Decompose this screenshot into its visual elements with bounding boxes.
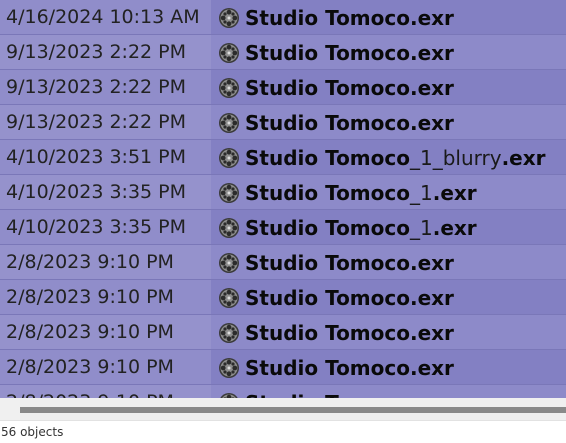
file-name-suffix: _1 bbox=[409, 180, 433, 205]
file-row[interactable]: 4/10/2023 3:35 PM Studio Tomoco _1 .exr bbox=[0, 175, 566, 210]
file-extension: .exr bbox=[409, 75, 454, 100]
file-name-cell[interactable]: Studio Tomoco.exr bbox=[218, 70, 566, 105]
date-modified-cell: 4/16/2024 10:13 AM bbox=[0, 0, 211, 35]
file-row[interactable]: 4/10/2023 3:35 PM Studio Tomoco _1 .exr bbox=[0, 210, 566, 245]
date-modified-cell: 4/10/2023 3:51 PM bbox=[0, 140, 211, 175]
film-reel-icon bbox=[218, 287, 240, 309]
file-extension: .exr bbox=[410, 391, 454, 399]
file-name-cell[interactable]: Studio Tomoco.exr bbox=[218, 315, 566, 350]
file-extension: .exr bbox=[409, 5, 454, 30]
file-extension: .exr bbox=[409, 250, 454, 275]
file-row[interactable]: 2/8/2023 9:10 PM Studio Tomoco.exr bbox=[0, 245, 566, 280]
file-name-suffix: _1_blurry bbox=[409, 145, 502, 170]
file-name-cell[interactable]: Studio Tomoco _1 .exr bbox=[218, 210, 566, 245]
file-name-cell[interactable]: Studio Tomoco _1 .exr bbox=[218, 175, 566, 210]
object-count: 56 objects bbox=[1, 425, 64, 439]
date-modified-cell: 2/8/2023 9:10 PM bbox=[0, 350, 211, 385]
file-name-base: Studio Tomoco bbox=[245, 250, 410, 275]
status-bar: 56 objects bbox=[0, 420, 566, 443]
date-modified-cell: 2/8/2023 9:10 PM bbox=[0, 280, 211, 315]
date-modified-cell: 9/13/2023 2:22 PM bbox=[0, 35, 211, 70]
date-modified-cell: 2/8/2023 9:10 PM bbox=[0, 315, 211, 350]
file-name-cell[interactable]: Studio Tomoco.exr bbox=[218, 280, 566, 315]
file-name-base: Studio Tomoco bbox=[245, 110, 410, 135]
file-extension: .exr bbox=[409, 110, 454, 135]
file-name-cell[interactable]: Studio Tomoco.exr bbox=[218, 385, 566, 398]
film-reel-icon bbox=[218, 147, 240, 169]
file-row[interactable]: 2/8/2023 9:10 PM Studio Tomoco.exr bbox=[0, 350, 566, 385]
file-row[interactable]: 9/13/2023 2:22 PM Studio Tomoco .exr bbox=[0, 35, 566, 70]
file-list[interactable]: 4/16/2024 10:13 AM Studio Tomoco .exr 9/13… bbox=[0, 0, 566, 398]
date-modified-cell: 9/13/2023 2:22 PM bbox=[0, 70, 211, 105]
file-name-base: Studio Tomoco bbox=[245, 180, 410, 205]
film-reel-icon bbox=[218, 7, 240, 29]
file-name-cell[interactable]: Studio Tomoco _1_blurry .exr bbox=[218, 140, 566, 175]
file-name-base: Studio Tomoco bbox=[245, 40, 410, 65]
file-name-cell[interactable]: Studio Tomoco.exr bbox=[218, 245, 566, 280]
film-reel-icon bbox=[218, 252, 240, 274]
file-row[interactable]: 9/13/2023 2:22 PM Studio Tomoco .exr bbox=[0, 70, 566, 105]
date-modified-cell: 4/10/2023 3:35 PM bbox=[0, 210, 211, 245]
film-reel-icon bbox=[218, 112, 240, 134]
file-name-base: Studio Tomoco bbox=[245, 355, 410, 380]
file-name-cell[interactable]: Studio Tomoco.exr bbox=[218, 0, 566, 35]
file-name-base: Studio Tomoco bbox=[245, 285, 410, 310]
file-row[interactable]: 2/8/2023 9:10 PM Studio Tomoco.exr bbox=[0, 280, 566, 315]
film-reel-icon bbox=[218, 322, 240, 344]
file-extension: .exr bbox=[432, 180, 477, 205]
file-extension: .exr bbox=[501, 145, 546, 170]
file-row[interactable]: 4/16/2024 10:13 AM Studio Tomoco .exr bbox=[0, 0, 566, 35]
date-modified-cell: 9/13/2023 2:22 PM bbox=[0, 105, 211, 140]
film-reel-icon bbox=[218, 42, 240, 64]
film-reel-icon bbox=[218, 77, 240, 99]
file-row[interactable]: 2/8/2023 9:10 PM Studio Tomoco.exr bbox=[0, 385, 566, 398]
date-modified-cell: 2/8/2023 9:10 PM bbox=[0, 385, 211, 398]
file-name-cell[interactable]: Studio Tomoco.exr bbox=[218, 105, 566, 140]
file-name-base: Studio Tomoco bbox=[245, 391, 410, 399]
horizontal-scrollbar-thumb[interactable] bbox=[20, 407, 566, 413]
file-extension: .exr bbox=[409, 355, 454, 380]
file-extension: .exr bbox=[409, 320, 454, 345]
file-row[interactable]: 9/13/2023 2:22 PM Studio Tomoco .exr bbox=[0, 105, 566, 140]
file-row[interactable]: 4/10/2023 3:51 PM Studio Tomoco _1_blurry… bbox=[0, 140, 566, 175]
file-name-base: Studio Tomoco bbox=[245, 5, 410, 30]
file-extension: .exr bbox=[409, 285, 454, 310]
file-name-base: Studio Tomoco bbox=[245, 320, 410, 345]
date-modified-cell: 2/8/2023 9:10 PM bbox=[0, 245, 211, 280]
film-reel-icon bbox=[218, 217, 240, 239]
file-extension: .exr bbox=[409, 40, 454, 65]
file-row[interactable]: 2/8/2023 9:10 PM Studio Tomoco.exr bbox=[0, 315, 566, 350]
file-name-base: Studio Tomoco bbox=[245, 145, 410, 170]
file-extension: .exr bbox=[432, 215, 477, 240]
file-name-base: Studio Tomoco bbox=[245, 215, 410, 240]
film-reel-icon bbox=[218, 182, 240, 204]
file-name-cell[interactable]: Studio Tomoco.exr bbox=[218, 350, 566, 385]
date-modified-cell: 4/10/2023 3:35 PM bbox=[0, 175, 211, 210]
horizontal-scrollbar[interactable] bbox=[0, 398, 566, 416]
file-name-base: Studio Tomoco bbox=[245, 75, 410, 100]
file-name-cell[interactable]: Studio Tomoco.exr bbox=[218, 35, 566, 70]
film-reel-icon bbox=[218, 357, 240, 379]
file-name-suffix: _1 bbox=[409, 215, 433, 240]
